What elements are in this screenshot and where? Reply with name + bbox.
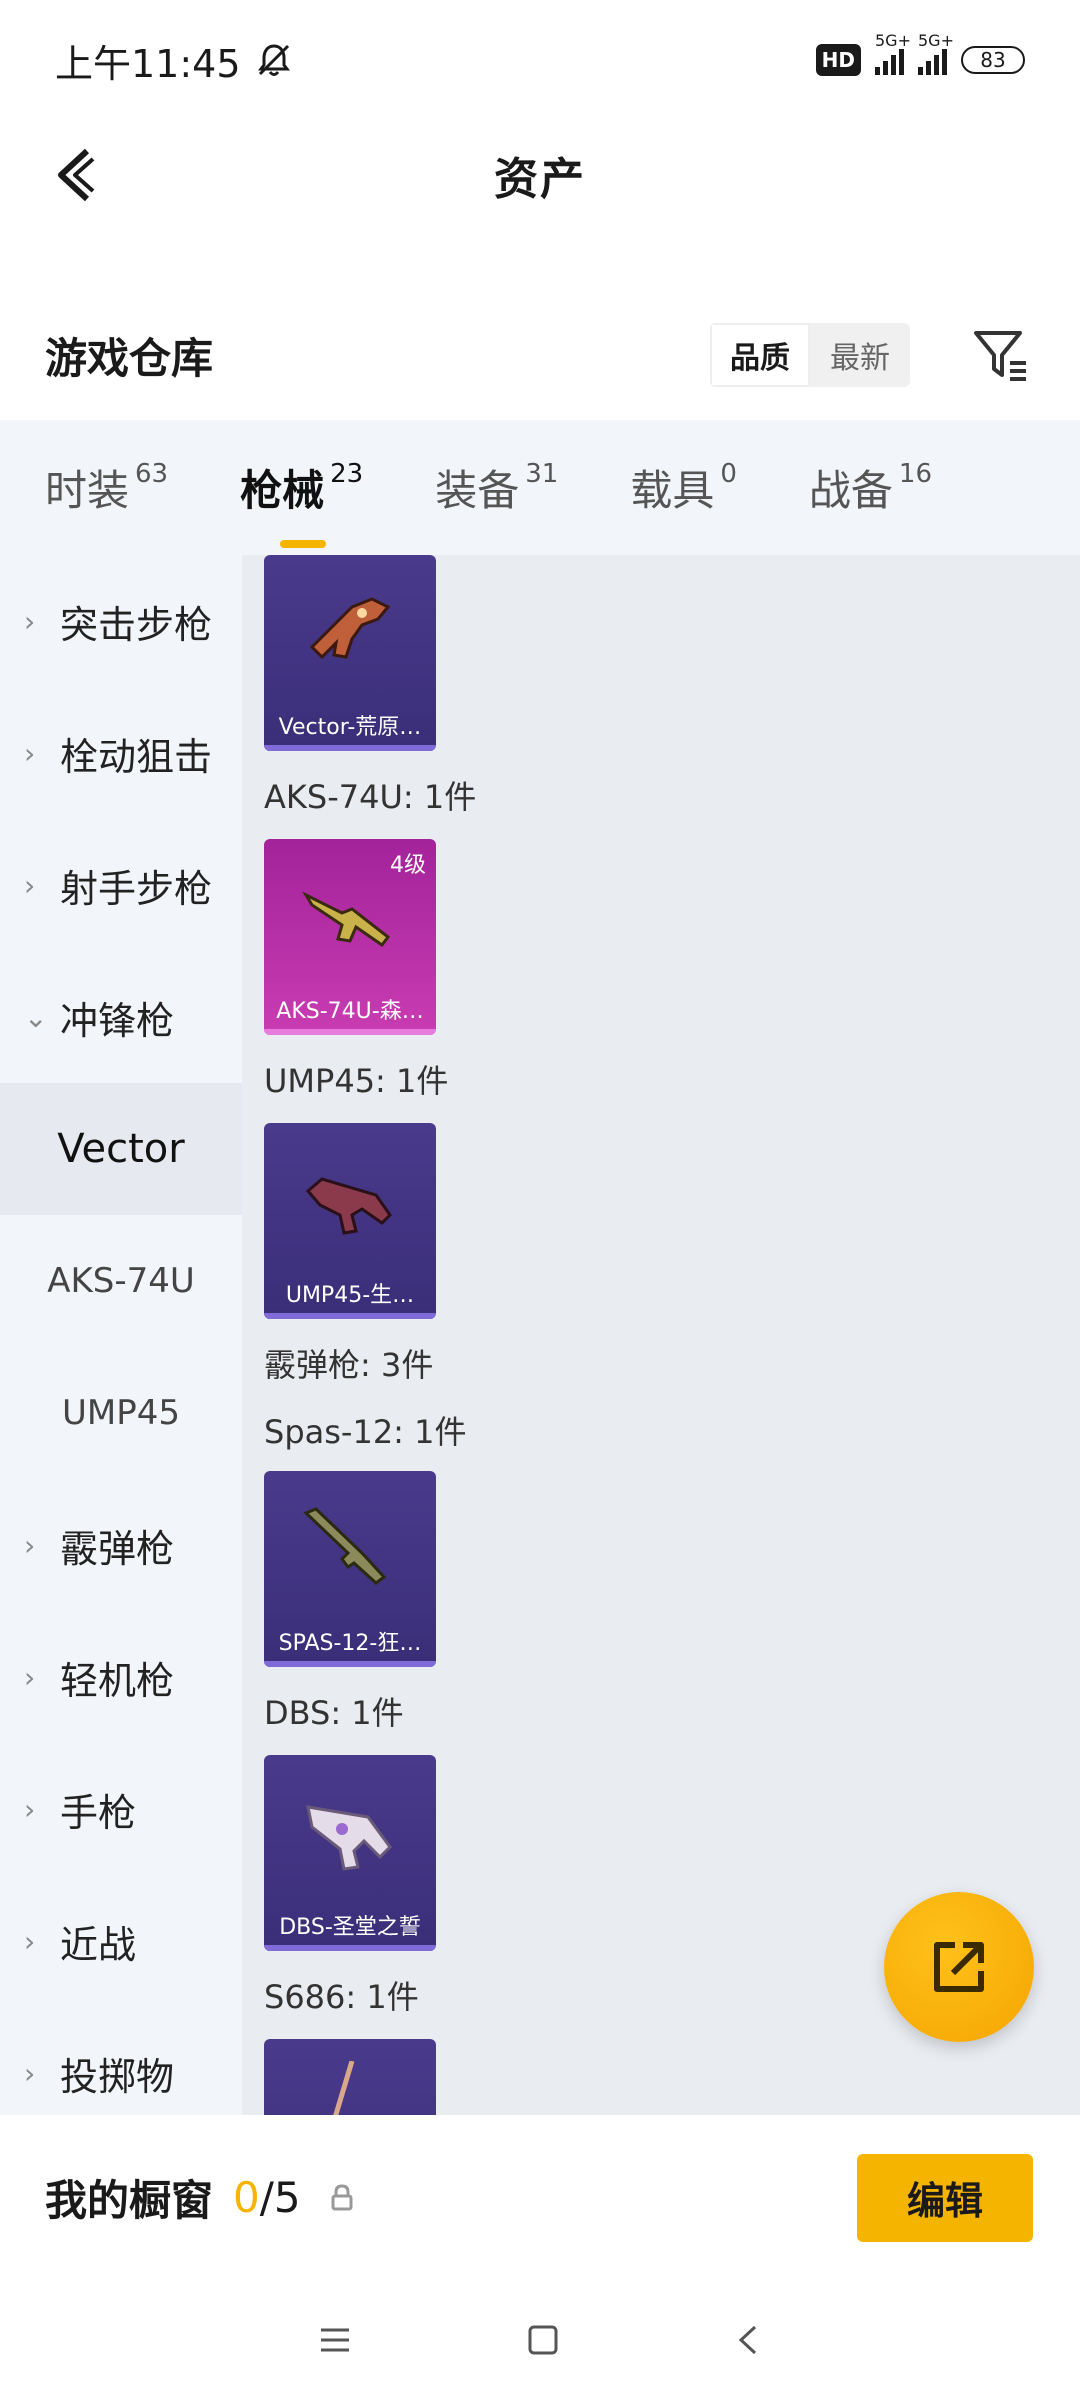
rifle-icon — [302, 891, 391, 948]
signal-icon: 5G+ — [918, 31, 954, 75]
tab-equipment[interactable]: 装备 31 — [435, 457, 558, 518]
sidebar-item-pistol[interactable]: › 手枪 — [0, 1743, 242, 1875]
chevron-down-icon: ⌄ — [24, 1000, 48, 1034]
group-label-ump45: UMP45: 1件 — [264, 1062, 449, 1100]
chevron-right-icon: › — [24, 1660, 36, 1694]
chevron-right-icon: › — [24, 868, 36, 902]
shotgun-icon — [303, 1507, 387, 1585]
skin-card-ump45[interactable]: UMP45-生… — [264, 1123, 436, 1319]
warehouse-header: 游戏仓库 品质 最新 — [0, 300, 1080, 410]
tab-vehicles[interactable]: 载具 0 — [630, 457, 737, 518]
smg-icon — [305, 1177, 392, 1235]
share-icon — [934, 1942, 984, 1992]
sort-toggle: 品质 最新 — [710, 323, 910, 387]
sort-newest-button[interactable]: 最新 — [810, 323, 910, 387]
sidebar-item-assault-rifle[interactable]: › 突击步枪 — [0, 555, 242, 687]
sidebar-item-marksman-rifle[interactable]: › 射手步枪 — [0, 819, 242, 951]
group-label-spas12: Spas-12: 1件 — [264, 1413, 467, 1451]
home-icon[interactable] — [526, 2323, 560, 2357]
skin-card-aks74u[interactable]: 4级 AKS-74U-森… — [264, 839, 436, 1035]
filter-icon — [974, 331, 1026, 381]
group-label-shotgun: 霰弹枪: 3件 — [264, 1346, 434, 1384]
skin-card-spas12[interactable]: SPAS-12-狂… — [264, 1471, 436, 1667]
showcase-title: 我的橱窗 — [45, 2176, 214, 2225]
tab-fashion[interactable]: 时装 63 — [45, 457, 168, 518]
status-right: HD 5G+ 5G+ 83 — [815, 31, 1025, 76]
chevron-right-icon: › — [24, 1528, 36, 1562]
menu-icon[interactable] — [317, 2325, 353, 2355]
back-button[interactable] — [40, 140, 110, 210]
tab-supplies[interactable]: 战备 16 — [809, 457, 932, 518]
header: 资产 — [0, 120, 1080, 230]
skin-card-vector[interactable]: Vector-荒原… — [264, 555, 436, 751]
sidebar-item-smg[interactable]: ⌄ 冲锋枪 — [0, 951, 242, 1083]
chevron-right-icon: › — [24, 1924, 36, 1958]
hd-badge: HD — [815, 44, 861, 76]
chevron-right-icon: › — [24, 604, 36, 638]
filter-button[interactable] — [965, 320, 1035, 390]
sidebar-item-bolt-sniper[interactable]: › 栓动狙击 — [0, 687, 242, 819]
battery-icon: 83 — [961, 46, 1025, 74]
chevron-right-icon: › — [24, 2056, 36, 2090]
page-title: 资产 — [494, 154, 586, 205]
category-tabs: 时装 63 枪械 23 装备 31 载具 0 战备 16 — [0, 420, 1080, 555]
sidebar-subitem-vector[interactable]: Vector — [0, 1083, 242, 1215]
weapon-list: Vector-荒原… AKS-74U: 1件 4级 AKS-74U-森… UMP… — [242, 555, 1080, 2115]
shotgun-icon — [333, 2061, 355, 2115]
showcase-count: 0/5 — [233, 2173, 301, 2222]
status-left: 上午11:45 — [55, 33, 293, 88]
warehouse-title: 游戏仓库 — [45, 333, 214, 383]
shotgun-icon — [306, 1805, 392, 1871]
active-tab-indicator — [280, 540, 327, 548]
status-time: 上午11:45 — [55, 41, 241, 86]
mute-bell-icon — [257, 44, 290, 76]
system-nav-bar — [0, 2280, 1080, 2400]
sidebar-item-melee[interactable]: › 近战 — [0, 1875, 242, 2007]
sidebar-subitem-ump45[interactable]: UMP45 — [0, 1347, 242, 1479]
smg-icon — [309, 597, 391, 660]
chevron-right-icon: › — [24, 1792, 36, 1826]
group-label-aks74u: AKS-74U: 1件 — [264, 778, 477, 816]
back-icon[interactable] — [733, 2323, 763, 2357]
group-label-dbs: DBS: 1件 — [264, 1694, 404, 1732]
sidebar-item-shotgun[interactable]: › 霰弹枪 — [0, 1479, 242, 1611]
sidebar-subitem-aks74u[interactable]: AKS-74U — [0, 1215, 242, 1347]
showcase-bar: 我的橱窗 0/5 编辑 — [0, 2115, 1080, 2280]
edit-button[interactable]: 编辑 — [857, 2153, 1033, 2242]
skin-card-s686[interactable] — [264, 2039, 436, 2115]
status-bar: 上午11:45 HD 5G+ 5G+ 83 — [0, 0, 1080, 120]
signal-icon: 5G+ — [875, 31, 911, 75]
back-arrow-icon — [58, 148, 95, 202]
chevron-right-icon: › — [24, 736, 36, 770]
sort-quality-button[interactable]: 品质 — [710, 323, 810, 387]
tab-firearms[interactable]: 枪械 23 — [240, 457, 363, 548]
share-button[interactable] — [884, 1892, 1034, 2042]
skin-card-dbs[interactable]: DBS-圣堂之誓 — [264, 1755, 436, 1951]
sidebar-item-lmg[interactable]: › 轻机枪 — [0, 1611, 242, 1743]
lock-icon — [331, 2183, 353, 2210]
weapon-type-sidebar: › 突击步枪 › 栓动狙击 › 射手步枪 ⌄ 冲锋枪 Vector AKS-74… — [0, 555, 242, 2115]
